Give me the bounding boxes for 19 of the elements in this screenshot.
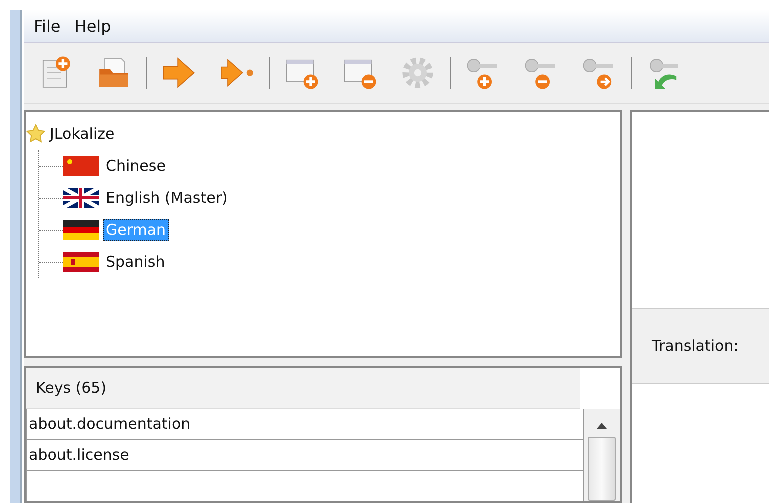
- scrollbar[interactable]: [584, 409, 620, 501]
- flag-icon: [63, 220, 99, 240]
- flag-icon: [63, 156, 99, 176]
- translation-label: Translation:: [652, 337, 739, 355]
- tree-item[interactable]: Chinese: [103, 155, 169, 177]
- menu-item[interactable]: File: [34, 16, 61, 36]
- scroll-up-icon[interactable]: [597, 423, 607, 429]
- tree-item[interactable]: JLokalize: [50, 125, 115, 143]
- flag-icon: [63, 252, 99, 272]
- arrow-right-icon[interactable]: [161, 55, 197, 91]
- tree-item[interactable]: English (Master): [103, 187, 231, 209]
- star-icon: [26, 124, 46, 144]
- table-cell[interactable]: about.license: [26, 440, 584, 471]
- tree-item[interactable]: Spanish: [103, 251, 168, 273]
- gear-icon[interactable]: [400, 55, 436, 91]
- menu-item[interactable]: Help: [74, 16, 112, 36]
- table-cell[interactable]: about.documentation: [26, 409, 584, 440]
- flag-icon: [63, 188, 99, 208]
- column-header[interactable]: Keys (65): [26, 368, 580, 409]
